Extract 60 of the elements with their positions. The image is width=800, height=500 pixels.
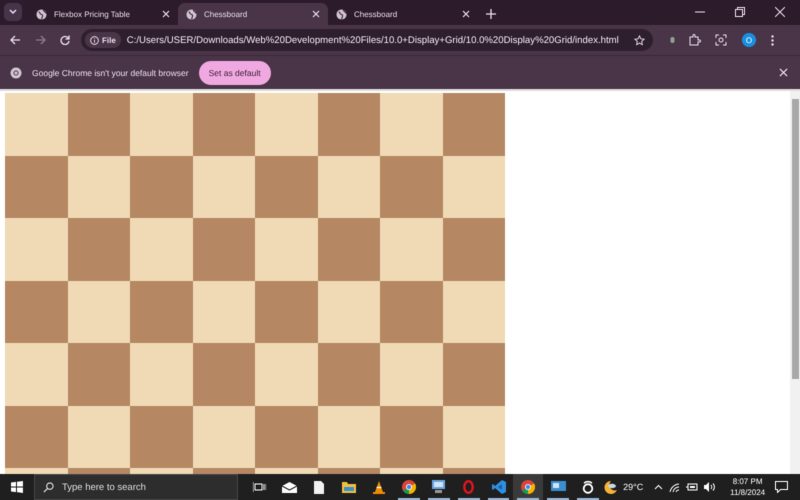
chip-label: File bbox=[102, 36, 116, 44]
scrollbar[interactable] bbox=[790, 91, 800, 474]
close-icon[interactable] bbox=[312, 10, 320, 18]
battery-icon[interactable] bbox=[686, 483, 698, 491]
screenshot-icon[interactable] bbox=[715, 34, 727, 46]
infobar-message: Google Chrome isn't your default browser bbox=[32, 68, 189, 78]
taskbar-search-field[interactable]: Type here to search bbox=[34, 474, 238, 500]
chevron-down-icon bbox=[9, 9, 17, 15]
tab-title: Chessboard bbox=[204, 10, 248, 18]
new-tab-icon[interactable] bbox=[486, 9, 496, 19]
tab-title: Flexbox Pricing Table bbox=[54, 10, 131, 18]
set-default-button[interactable]: Set as default bbox=[198, 60, 271, 84]
puzzle-icon[interactable] bbox=[689, 34, 701, 46]
document-icon bbox=[314, 480, 324, 494]
wifi-icon[interactable] bbox=[669, 482, 680, 492]
globe-icon bbox=[186, 8, 197, 20]
letter-o-icon bbox=[463, 480, 474, 494]
close-icon[interactable] bbox=[162, 10, 170, 18]
reload-icon[interactable] bbox=[60, 35, 70, 45]
remote-desktop-icon bbox=[550, 481, 566, 493]
clock-date[interactable]: 11/8/2024 bbox=[730, 487, 766, 498]
close-icon[interactable] bbox=[462, 10, 470, 18]
chrome-icon bbox=[402, 480, 416, 494]
speaker-icon[interactable] bbox=[704, 482, 718, 492]
windows-start-icon[interactable] bbox=[11, 481, 23, 493]
globe-icon bbox=[36, 8, 47, 20]
close-icon[interactable] bbox=[775, 7, 785, 17]
address-bar[interactable]: File C:/Users/USER/Downloads/Web%20Development%20Files/10.0+Display+Grid/10.0%20Display%20Grid/index.html bbox=[81, 29, 653, 51]
computer-icon bbox=[431, 480, 446, 494]
star-icon[interactable] bbox=[634, 34, 645, 46]
forward-icon[interactable] bbox=[35, 35, 46, 45]
browser-tab[interactable]: Flexbox Pricing Table bbox=[28, 3, 178, 25]
menu-icon[interactable] bbox=[771, 34, 774, 46]
search-icon bbox=[42, 482, 54, 492]
close-icon[interactable] bbox=[779, 68, 788, 77]
weather-moon-icon bbox=[603, 480, 618, 494]
taskbar-app[interactable] bbox=[513, 474, 544, 500]
tab-search-button[interactable] bbox=[4, 3, 22, 21]
browser-tab[interactable]: Chessboard bbox=[178, 3, 328, 25]
clock-time[interactable]: 8:07 PM bbox=[732, 476, 762, 487]
traffic-cone-icon bbox=[372, 480, 385, 494]
back-icon[interactable] bbox=[10, 35, 21, 45]
notification-icon[interactable] bbox=[775, 481, 788, 493]
task-view-icon bbox=[252, 481, 266, 493]
chrome-logo-icon bbox=[10, 66, 22, 78]
ring-icon bbox=[582, 480, 594, 494]
site-info-chip[interactable]: File bbox=[85, 32, 121, 48]
globe-icon bbox=[336, 8, 347, 20]
chevron-up-icon[interactable] bbox=[654, 484, 664, 490]
url-text: C:/Users/USER/Downloads/Web%20Development%20Files/10.0+Display+Grid/10.0%20Display%20Grid/index.html bbox=[126, 34, 620, 46]
temperature-text: 29°C bbox=[623, 482, 644, 492]
search-placeholder: Type here to search bbox=[62, 482, 146, 492]
chrome-icon bbox=[521, 480, 536, 494]
info-icon bbox=[90, 36, 99, 44]
mail-icon bbox=[282, 482, 297, 492]
restore-icon[interactable] bbox=[735, 7, 745, 17]
tab-title: Chessboard bbox=[354, 10, 398, 18]
code-editor-icon bbox=[492, 480, 506, 494]
folder-icon bbox=[342, 482, 356, 492]
browser-tab[interactable]: Chessboard bbox=[328, 3, 478, 25]
